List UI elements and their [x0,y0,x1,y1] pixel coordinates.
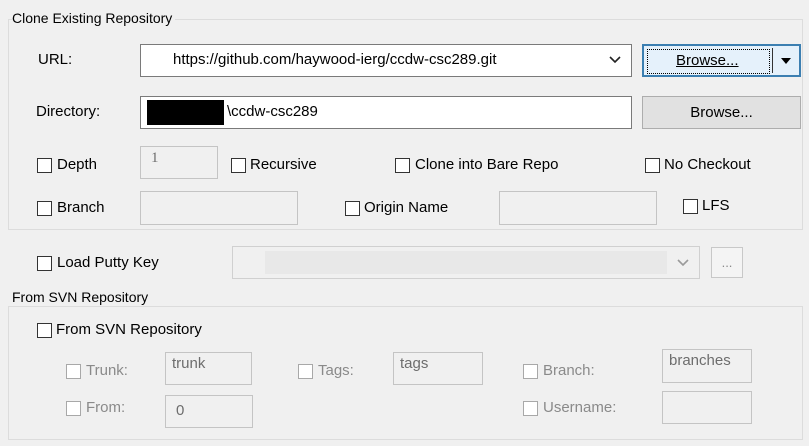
depth-value: 1 [151,150,159,166]
depth-checkbox[interactable] [37,158,52,173]
split-arrow-icon[interactable] [780,57,792,65]
origin-name-checkbox[interactable] [345,201,360,216]
trunk-input[interactable]: trunk [165,352,252,385]
from-svn-label: From SVN Repository [56,321,202,338]
url-combobox[interactable]: https://github.com/haywood-ierg/ccdw-csc… [140,44,632,77]
bare-repo-label: Clone into Bare Repo [415,156,559,173]
tags-checkbox[interactable] [298,364,313,379]
no-checkout-checkbox[interactable] [645,158,660,173]
depth-input[interactable]: 1 [140,146,218,179]
branch-input[interactable] [140,191,298,225]
directory-value: \ccdw-csc289 [227,103,318,120]
browse-url-split-button[interactable]: Browse... [642,44,801,77]
no-checkout-label: No Checkout [664,156,751,173]
clone-group-bottom-border [8,229,803,230]
svn-group-title: From SVN Repository [12,289,152,305]
svn-group-bottom-border [8,439,803,440]
lfs-label: LFS [702,197,730,214]
svn-branch-checkbox[interactable] [523,364,538,379]
tags-input[interactable]: tags [393,352,483,385]
load-putty-key-checkbox[interactable] [37,256,52,271]
recursive-checkbox[interactable] [231,158,246,173]
trunk-checkbox[interactable] [66,364,81,379]
chevron-down-icon[interactable] [609,55,621,65]
url-value: https://github.com/haywood-ierg/ccdw-csc… [173,51,497,68]
putty-browse-label: ... [721,255,733,270]
tags-label: Tags: [318,362,354,379]
branch-label: Branch [57,199,105,216]
putty-browse-button[interactable]: ... [711,247,743,278]
trunk-label: Trunk: [86,362,128,379]
clone-group-title: Clone Existing Repository [12,10,176,26]
recursive-label: Recursive [250,156,317,173]
svn-branch-input[interactable]: branches [662,349,752,383]
from-svn-checkbox[interactable] [37,323,52,338]
browse-directory-label: Browse... [690,104,753,121]
from-label: From: [86,399,126,416]
putty-key-inner [265,251,667,274]
origin-name-label: Origin Name [364,199,449,216]
username-input[interactable] [662,391,752,424]
svn-branch-label: Branch: [543,362,595,379]
browse-url-label: Browse... [676,52,739,69]
username-checkbox[interactable] [523,401,538,416]
origin-name-input[interactable] [499,191,657,225]
username-label: Username: [543,399,617,416]
url-label: URL: [38,51,73,68]
svn-group-top-border [8,306,803,307]
svn-branch-value: branches [669,352,731,369]
bare-repo-checkbox[interactable] [395,158,410,173]
svn-group-left-border [8,306,9,440]
trunk-value: trunk [172,355,206,372]
clone-group-right-border [802,19,803,229]
from-value: 0 [176,402,185,419]
lfs-checkbox[interactable] [683,199,698,214]
tags-value: tags [400,355,429,372]
from-input[interactable]: 0 [165,395,253,428]
directory-label: Directory: [36,103,101,120]
putty-key-combobox[interactable] [232,246,700,279]
depth-label: Depth [57,156,98,173]
clone-group-left-border [8,19,9,229]
from-checkbox[interactable] [66,401,81,416]
browse-directory-button[interactable]: Browse... [642,96,801,129]
chevron-down-icon[interactable] [677,258,689,268]
svn-group-right-border [802,306,803,440]
branch-checkbox[interactable] [37,201,52,216]
split-divider [772,48,773,73]
load-putty-key-label: Load Putty Key [57,254,159,271]
redacted-path [147,100,224,125]
